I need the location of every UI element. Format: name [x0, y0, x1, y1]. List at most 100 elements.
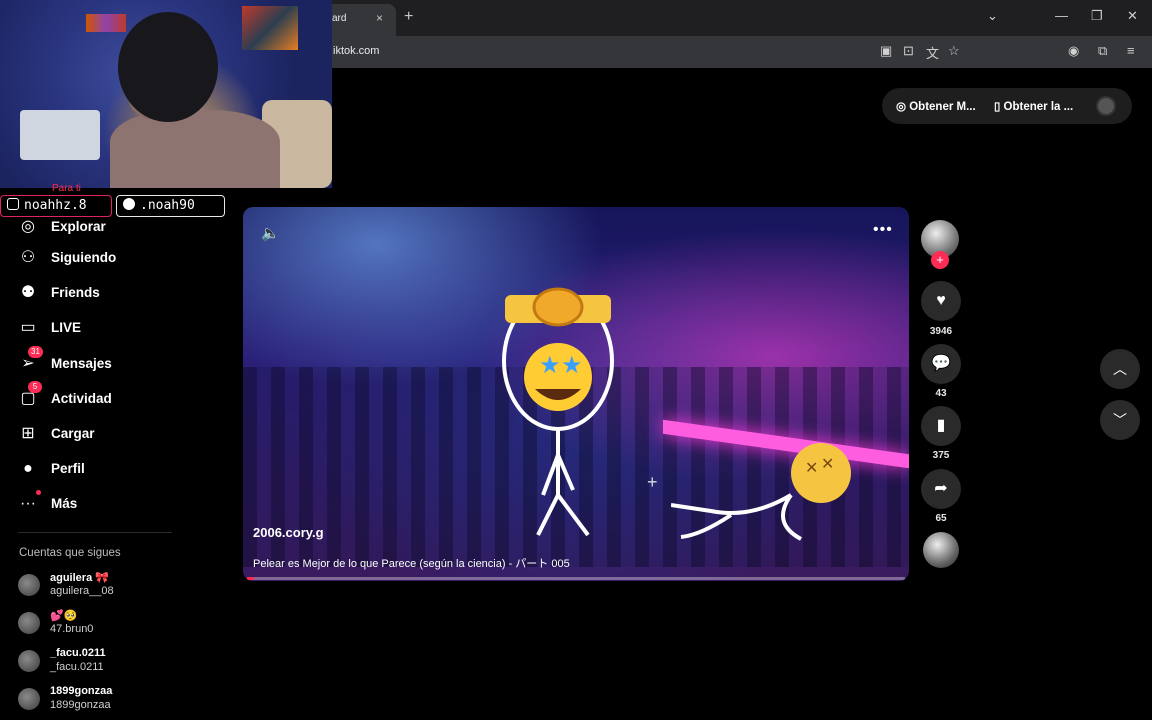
friends-icon: ⚉: [20, 284, 36, 301]
wall-poster: [242, 6, 298, 50]
sidebar-item-label: Cargar: [51, 426, 95, 441]
streamer-hair: [118, 12, 218, 122]
sidebar-item-explorar[interactable]: ◎ Explorar: [18, 215, 218, 239]
translate-icon[interactable]: 文: [926, 43, 939, 62]
close-window-icon[interactable]: ✕: [1127, 8, 1138, 24]
bookmark-icon[interactable]: ▮: [921, 406, 961, 446]
url-field[interactable]: iktok.com: [333, 45, 379, 57]
restore-icon[interactable]: ❐: [1091, 8, 1103, 24]
video-author[interactable]: 2006.cory.g: [253, 525, 324, 540]
next-video-chevron-down-icon[interactable]: ﹀: [1100, 400, 1140, 440]
tab-title: ard: [332, 13, 347, 24]
previous-video-chevron-up-icon[interactable]: ︿: [1100, 349, 1140, 389]
svg-text:✕: ✕: [805, 460, 818, 477]
extensions-icon[interactable]: ⧉: [1098, 43, 1107, 59]
sidebar-item-label: Friends: [51, 285, 100, 300]
sidebar-item-live[interactable]: ▭ LIVE: [18, 316, 218, 340]
get-coins-button[interactable]: ◎ Obtener M...: [896, 99, 976, 113]
monitor-shape: [20, 110, 100, 160]
menu-icon[interactable]: ≡: [1127, 43, 1135, 58]
streamer-body: [110, 110, 280, 188]
like-heart-icon[interactable]: ♥: [921, 281, 961, 321]
get-app-button[interactable]: ▯ Obtener la ...: [994, 99, 1073, 113]
top-actions-bar: ◎ Obtener M... ▯ Obtener la ...: [882, 88, 1132, 124]
avatar: [18, 688, 40, 710]
sidebar-item-cargar[interactable]: ⊞ Cargar: [18, 422, 218, 446]
get-app-label: Obtener la ...: [1003, 101, 1074, 113]
svg-text:★: ★: [561, 352, 583, 379]
divider: [18, 532, 172, 533]
comment-icon[interactable]: 💬: [921, 344, 961, 384]
account-handle: aguilera__08: [50, 585, 114, 597]
mouse-cursor: +: [647, 472, 658, 492]
following-section-title: Cuentas que sigues: [19, 547, 121, 559]
sidebar-item-perfil[interactable]: ● Perfil: [18, 457, 218, 481]
save-count: 375: [932, 450, 950, 461]
person-follow-icon: ⚇: [20, 249, 36, 266]
user-avatar[interactable]: [1096, 96, 1116, 116]
bookmark-star-icon[interactable]: ☆: [948, 43, 960, 59]
notification-dot: [36, 490, 41, 495]
sidebar-item-para-ti[interactable]: Para ti: [52, 183, 81, 194]
sidebar-item-mensajes[interactable]: ➢ 31 Mensajes: [18, 346, 218, 376]
sidebar-item-label: LIVE: [51, 320, 82, 335]
more-dots-icon: ···: [20, 495, 36, 512]
live-tv-icon: ▭: [20, 319, 36, 336]
following-account[interactable]: 💕🥺 47.brun0: [18, 609, 218, 639]
music-disc-avatar[interactable]: [923, 532, 959, 568]
like-count: 3946: [929, 326, 953, 337]
profile-icon[interactable]: ◉: [1068, 43, 1079, 59]
screenshot-icon[interactable]: ▣: [880, 43, 892, 59]
video-caption: Pelear es Mejor de lo que Parece (según …: [253, 558, 570, 570]
get-coins-label: Obtener M...: [909, 101, 976, 113]
avatar: [18, 574, 40, 596]
webcam-overlay: [0, 0, 332, 188]
svg-text:✕: ✕: [821, 456, 834, 473]
minimize-icon[interactable]: —: [1055, 8, 1068, 23]
tab-search-icon[interactable]: ⌄: [987, 8, 998, 24]
following-account[interactable]: aguilera 🎀 aguilera__08: [18, 571, 218, 601]
share-count: 65: [935, 513, 947, 524]
instagram-icon: [7, 198, 19, 210]
video-player[interactable]: 🔈 ••• ★ ★ ✕ ✕ 2006.cory.g Pelear es Mejo…: [243, 207, 909, 581]
more-options-icon[interactable]: •••: [873, 221, 893, 239]
account-name: aguilera 🎀: [50, 572, 109, 584]
account-name: 1899gonzaa: [50, 685, 113, 697]
account-handle: 47.brun0: [50, 623, 94, 635]
stick-figure-winner: ★ ★: [502, 287, 614, 537]
profile-icon: ●: [23, 460, 33, 477]
sidebar-item-label: Mensajes: [51, 356, 112, 371]
sidebar-item-mas[interactable]: ··· Más: [18, 490, 218, 516]
stick-figure-knocked-out: ✕ ✕: [671, 443, 851, 541]
instagram-handle: noahhz.8: [24, 198, 87, 213]
wall-poster: [86, 14, 126, 32]
video-progress-bar[interactable]: [247, 577, 905, 580]
video-progress-fill: [247, 577, 254, 580]
new-tab-button[interactable]: +: [404, 8, 413, 26]
sidebar-item-label: Perfil: [51, 461, 85, 476]
kick-handle: .noah90: [140, 198, 195, 213]
following-account[interactable]: _facu.0211 _facu.0211: [18, 647, 218, 677]
install-app-icon[interactable]: ⊡: [903, 43, 914, 59]
sidebar-item-friends[interactable]: ⚉ Friends: [18, 281, 218, 305]
account-name: 💕🥺: [50, 610, 78, 622]
share-icon[interactable]: ➦: [921, 469, 961, 509]
sidebar-item-actividad[interactable]: ▢ 5 Actividad: [18, 381, 218, 411]
avatar: [18, 612, 40, 634]
video-actions: + ♥ 3946 💬 43 ▮ 375 ➦ 65: [920, 220, 962, 580]
tab-close-icon[interactable]: ×: [376, 11, 383, 25]
sidebar-item-label: Actividad: [51, 391, 112, 406]
sidebar-item-siguiendo[interactable]: ⚇ Siguiendo: [18, 246, 218, 270]
upload-icon: ⊞: [21, 425, 35, 442]
sidebar-item-label: Siguiendo: [51, 250, 117, 265]
volume-icon[interactable]: 🔈: [261, 224, 280, 242]
follow-plus-icon[interactable]: +: [931, 251, 949, 269]
activity-badge: 5: [28, 381, 42, 393]
account-handle: _facu.0211: [50, 661, 104, 673]
compass-icon: ◎: [21, 218, 35, 235]
avatar: [18, 650, 40, 672]
comment-count: 43: [935, 388, 947, 399]
sidebar-item-label: Más: [51, 496, 78, 511]
following-account[interactable]: 1899gonzaa 1899gonzaa: [18, 685, 218, 715]
messages-badge: 31: [28, 346, 43, 358]
